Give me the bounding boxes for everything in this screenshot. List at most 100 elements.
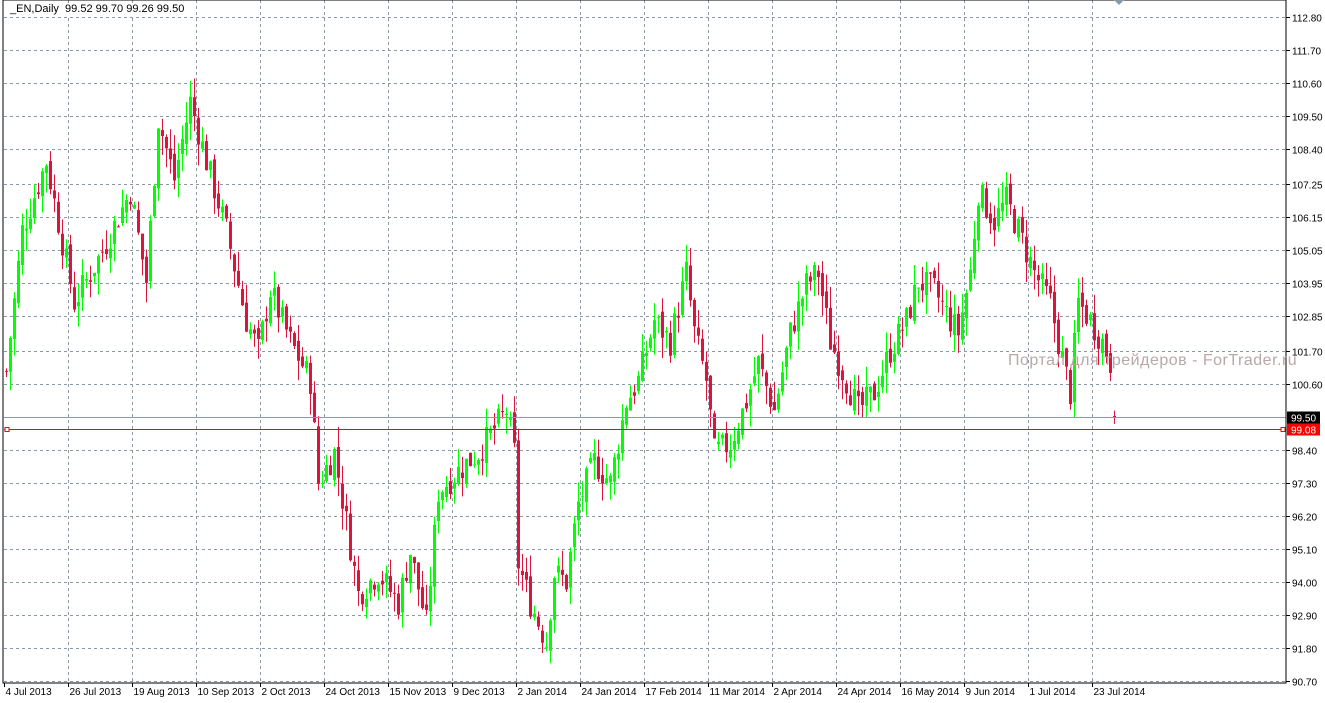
bull-candle xyxy=(965,292,968,319)
price-lines: 99.5099.08 xyxy=(4,411,1320,437)
x-tick-label: 9 Jun 2014 xyxy=(966,687,1016,698)
bull-candle xyxy=(325,465,328,481)
bear-candle xyxy=(697,327,700,336)
alert-line-handle-right[interactable] xyxy=(1280,427,1286,432)
bear-candle xyxy=(361,594,364,605)
candles xyxy=(5,78,1116,664)
x-tick-label: 2 Jan 2014 xyxy=(518,687,568,698)
bull-candle xyxy=(1089,314,1092,320)
bear-candle xyxy=(989,213,992,224)
bull-candle xyxy=(749,389,752,406)
bull-candle xyxy=(153,185,156,217)
bear-candle xyxy=(89,280,92,282)
y-tick-label: 98.40 xyxy=(1292,447,1317,458)
y-tick-label: 106.15 xyxy=(1292,214,1323,225)
bear-candle xyxy=(373,584,376,590)
y-tick-label: 94.00 xyxy=(1292,579,1317,590)
bull-candle xyxy=(269,297,272,324)
bear-candle xyxy=(413,557,416,564)
bull-candle xyxy=(721,434,724,439)
bear-candle xyxy=(1013,208,1016,234)
bear-candle xyxy=(857,390,860,397)
bull-candle xyxy=(249,329,252,335)
y-tick-label: 112.80 xyxy=(1292,14,1322,25)
bull-candle xyxy=(545,646,548,648)
bear-candle xyxy=(197,117,200,145)
bull-candle xyxy=(757,356,760,375)
bull-candle xyxy=(813,264,816,281)
chart-title: _EN,Daily 99.52 99.70 99.26 99.50 xyxy=(8,3,187,15)
bull-candle xyxy=(685,261,688,282)
bull-candle xyxy=(653,320,656,339)
bear-candle xyxy=(817,270,820,277)
x-tick-label: 24 Jan 2014 xyxy=(582,687,637,698)
chart-shift-marker-icon[interactable] xyxy=(1114,0,1124,5)
bull-candle xyxy=(29,218,32,230)
bull-candle xyxy=(157,128,160,189)
bull-candle xyxy=(21,225,24,266)
bull-candle xyxy=(485,427,488,464)
alert-line-handle-left[interactable] xyxy=(4,427,10,432)
bear-candle xyxy=(1053,291,1056,324)
y-tick-label: 110.60 xyxy=(1292,80,1322,91)
bull-candle xyxy=(553,578,556,621)
bull-candle xyxy=(1041,273,1044,279)
bull-candle xyxy=(45,165,48,174)
bear-candle xyxy=(1037,274,1040,281)
bull-candle xyxy=(961,312,964,340)
x-tick-label: 26 Jul 2013 xyxy=(70,687,122,698)
bull-candle xyxy=(457,466,460,484)
bear-candle xyxy=(49,161,52,190)
bull-candle xyxy=(401,577,404,613)
bull-candle xyxy=(629,397,632,411)
bull-candle xyxy=(273,288,276,296)
bull-candle xyxy=(121,207,124,223)
bear-candle xyxy=(393,592,396,594)
bear-candle xyxy=(517,440,520,569)
bear-candle xyxy=(105,249,108,255)
y-tick-label: 91.80 xyxy=(1292,645,1317,656)
bull-candle xyxy=(333,449,336,481)
bear-candle xyxy=(725,433,728,453)
y-tick-label: 109.50 xyxy=(1292,113,1323,124)
bull-candle xyxy=(729,450,732,458)
bull-candle xyxy=(125,200,128,213)
bear-candle xyxy=(993,217,996,231)
bull-candle xyxy=(649,337,652,348)
bull-candle xyxy=(797,301,800,332)
bear-candle xyxy=(677,315,680,318)
x-tick-label: 4 Jul 2013 xyxy=(6,687,53,698)
bear-candle xyxy=(169,148,172,160)
bull-candle xyxy=(625,407,628,425)
bull-candle xyxy=(577,501,580,521)
bull-candle xyxy=(13,298,16,340)
bull-candle xyxy=(189,96,192,124)
bull-candle xyxy=(657,316,660,318)
bear-candle xyxy=(5,370,8,372)
bull-candle xyxy=(973,238,976,274)
bear-candle xyxy=(1045,279,1048,287)
bull-candle xyxy=(201,141,204,149)
bull-candle xyxy=(897,323,900,355)
bear-candle xyxy=(661,311,664,338)
bear-candle xyxy=(909,307,912,318)
bull-candle xyxy=(365,598,368,608)
bull-candle xyxy=(505,413,508,415)
bear-candle xyxy=(397,593,400,615)
bull-candle xyxy=(733,440,736,450)
bear-candle xyxy=(293,333,296,346)
bear-candle xyxy=(265,318,268,322)
bear-candle xyxy=(745,402,748,409)
bull-candle xyxy=(377,584,380,592)
bear-candle xyxy=(101,251,104,253)
bull-candle xyxy=(777,393,780,410)
bull-candle xyxy=(149,220,152,282)
bull-candle xyxy=(437,501,440,522)
bull-candle xyxy=(533,613,536,618)
bear-candle xyxy=(165,136,168,149)
bull-candle xyxy=(753,376,756,384)
y-tick-label: 108.40 xyxy=(1292,146,1323,157)
bear-candle xyxy=(277,286,280,318)
bull-candle xyxy=(77,302,80,307)
bull-candle xyxy=(429,585,432,612)
